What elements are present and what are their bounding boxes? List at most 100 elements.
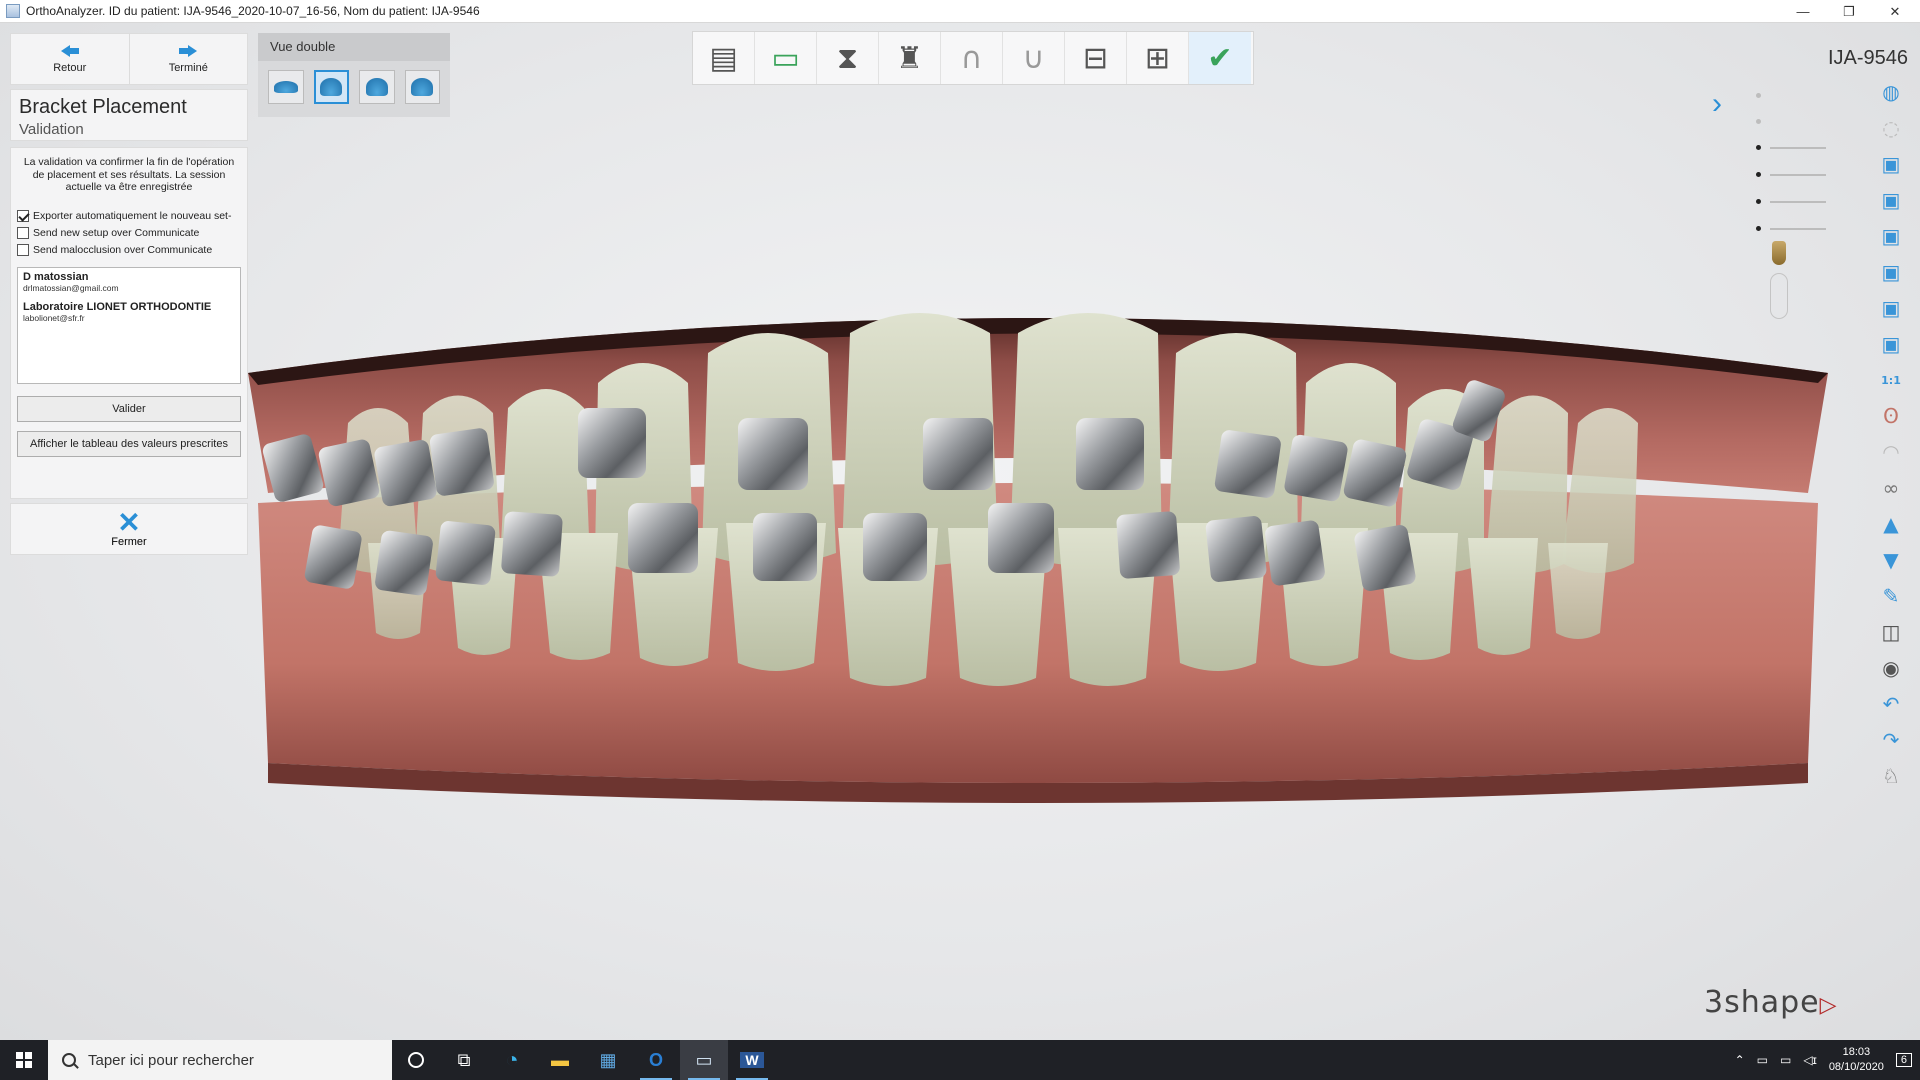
visibility-dot[interactable] (1756, 119, 1761, 124)
scroll-control-icon[interactable] (1770, 273, 1788, 319)
back-label: Retour (53, 62, 87, 74)
start-button[interactable] (0, 1040, 48, 1080)
opacity-slider-track[interactable] (1770, 201, 1826, 203)
window-title: OrthoAnalyzer. ID du patient: IJA-9546_2… (26, 4, 480, 18)
shading-button[interactable]: ◍ (1876, 77, 1906, 107)
visibility-dot[interactable] (1756, 145, 1761, 150)
view-right-button[interactable]: ▣ (1876, 257, 1906, 287)
option-send-malocclusion[interactable]: Send malocclusion over Communicate (17, 242, 241, 259)
patient-id-label: IJA-9546 (1827, 47, 1908, 69)
close-window-button[interactable]: ✕ (1872, 0, 1918, 23)
orthoanalyzer-taskbar-button[interactable]: ▭ (680, 1040, 728, 1080)
done-button[interactable]: Terminé (128, 34, 248, 84)
view-both-arches-button[interactable] (268, 70, 304, 104)
outlook-button[interactable]: O (632, 1040, 680, 1080)
lower-jaw-icon: ▼ (1883, 548, 1899, 572)
back-button[interactable]: Retour (11, 34, 129, 84)
tooth-button[interactable]: ♘ (1876, 761, 1906, 791)
view-left-button[interactable]: ▣ (1876, 221, 1906, 251)
cortana-button[interactable] (392, 1040, 440, 1080)
right-toolbar: ◍ ◌ ▣ ▣ ▣ ▣ ▣ ▣ 1:1 ʘ ◠ ∞ ▲ ▼ ✎ ◫ ◉ ↶ ↷ … (1876, 77, 1910, 791)
camera-button[interactable]: ◉ (1876, 653, 1906, 683)
toolbar-step-bracket-lower[interactable]: ⊞ (1127, 32, 1189, 84)
visibility-row[interactable] (1756, 85, 1852, 107)
dental-model-3d[interactable] (248, 303, 1828, 863)
cast-button[interactable]: ◠ (1876, 437, 1906, 467)
toolbar-step-axis[interactable]: ⧗ (817, 32, 879, 84)
expand-panel-chevron-icon[interactable]: › (1712, 87, 1722, 121)
link-button[interactable]: ∞ (1876, 473, 1906, 503)
visibility-row[interactable] (1756, 111, 1852, 133)
option-label: Send malocclusion over Communicate (33, 244, 213, 256)
close-button[interactable]: ✕ Fermer (10, 503, 248, 555)
minimize-button[interactable]: — (1780, 0, 1826, 23)
visibility-slider-gum[interactable] (1756, 218, 1852, 240)
checkbox-checked[interactable] (17, 210, 29, 222)
toolbar-step-lower-arch[interactable]: ∪ (1003, 32, 1065, 84)
contacts-list[interactable]: D matossian drlmatossian@gmail.com Labor… (17, 266, 241, 384)
toolbar-step-occlusion[interactable]: ▭ (755, 32, 817, 84)
upper-jaw-button[interactable]: ▲ (1876, 509, 1906, 539)
network-icon[interactable]: ▭ (1757, 1053, 1768, 1067)
restore-button[interactable]: ❐ (1826, 0, 1872, 23)
scale-button[interactable]: 1:1 (1876, 365, 1906, 395)
view-upper-arch-button[interactable] (313, 70, 350, 104)
opacity-slider-track[interactable] (1770, 147, 1826, 149)
texture-button[interactable]: ◌ (1876, 113, 1906, 143)
gum-button[interactable]: ʘ (1876, 401, 1906, 431)
opacity-slider-track[interactable] (1770, 174, 1826, 176)
visibility-dot[interactable] (1756, 93, 1761, 98)
file-explorer-button[interactable]: ▬ (536, 1040, 584, 1080)
visibility-dot[interactable] (1756, 226, 1761, 231)
clock-date: 08/10/2020 (1828, 1061, 1884, 1073)
upper-arch-view-icon (320, 78, 343, 96)
checkbox-unchecked[interactable] (17, 227, 29, 239)
show-hidden-icons-chevron-icon[interactable]: ⌃ (1735, 1053, 1745, 1067)
3d-viewport[interactable]: Retour Terminé Bracket Placement Validat… (0, 23, 1920, 1040)
volume-icon[interactable]: ◁ɪ (1803, 1053, 1817, 1067)
measure-button[interactable]: ✎ (1876, 581, 1906, 611)
word-button[interactable]: W (728, 1040, 776, 1080)
view-occlusal-button[interactable] (404, 70, 441, 104)
view-bottom-button[interactable]: ▣ (1876, 329, 1906, 359)
visibility-slider-upper-bracket[interactable] (1756, 137, 1852, 159)
step-title-box: Bracket Placement Validation (10, 89, 248, 141)
opacity-slider-track[interactable] (1770, 228, 1826, 230)
toolbar-step-validation[interactable]: ✔ (1189, 32, 1251, 84)
view-front-button[interactable]: ▣ (1876, 149, 1906, 179)
view-top-button[interactable]: ▣ (1876, 293, 1906, 323)
visibility-dot[interactable] (1756, 199, 1761, 204)
view-lower-arch-button[interactable] (359, 70, 395, 104)
option-auto-export[interactable]: Exporter automatiquement le nouveau set- (17, 208, 241, 225)
toolbar-step-upper-arch[interactable]: ∩ (941, 32, 1003, 84)
calculator-button[interactable]: ▦ (584, 1040, 632, 1080)
redo-button[interactable]: ↷ (1876, 725, 1906, 755)
validate-button[interactable]: Valider (17, 395, 241, 422)
option-label: Send new setup over Communicate (33, 227, 200, 239)
task-view-button[interactable]: ⧉ (440, 1040, 488, 1080)
checkbox-unchecked[interactable] (17, 244, 29, 256)
view-left-icon: ▣ (1881, 224, 1901, 248)
notifications-button[interactable]: 6 (1895, 1053, 1912, 1067)
toolbar-step-root[interactable]: ♜ (879, 32, 941, 84)
outlook-icon: O (648, 1049, 663, 1070)
visibility-slider-lower-bracket[interactable] (1756, 164, 1852, 186)
visibility-dot[interactable] (1756, 172, 1761, 177)
model-base-icon: ▤ (709, 40, 738, 76)
section-button[interactable]: ◫ (1876, 617, 1906, 647)
undo-button[interactable]: ↶ (1876, 689, 1906, 719)
toolbar-step-bracket-upper[interactable]: ⊟ (1065, 32, 1127, 84)
taskbar-search-input[interactable]: Taper ici pour rechercher (48, 1040, 392, 1080)
view-back-button[interactable]: ▣ (1876, 185, 1906, 215)
show-prescribed-values-button[interactable]: Afficher le tableau des valeurs prescrit… (17, 430, 241, 457)
lower-jaw-button[interactable]: ▼ (1876, 545, 1906, 575)
visibility-slider-arch[interactable] (1756, 191, 1852, 213)
search-placeholder: Taper ici pour rechercher (88, 1051, 254, 1069)
folder-icon: ▬ (551, 1049, 569, 1070)
edge-browser-button[interactable]: ◔ (488, 1040, 536, 1080)
display-icon[interactable]: ▭ (1780, 1053, 1791, 1067)
option-send-setup[interactable]: Send new setup over Communicate (17, 225, 241, 242)
pin-icon[interactable] (1772, 241, 1786, 265)
toolbar-step-base[interactable]: ▤ (693, 32, 755, 84)
clock[interactable]: 18:03 08/10/2020 (1829, 1045, 1884, 1075)
